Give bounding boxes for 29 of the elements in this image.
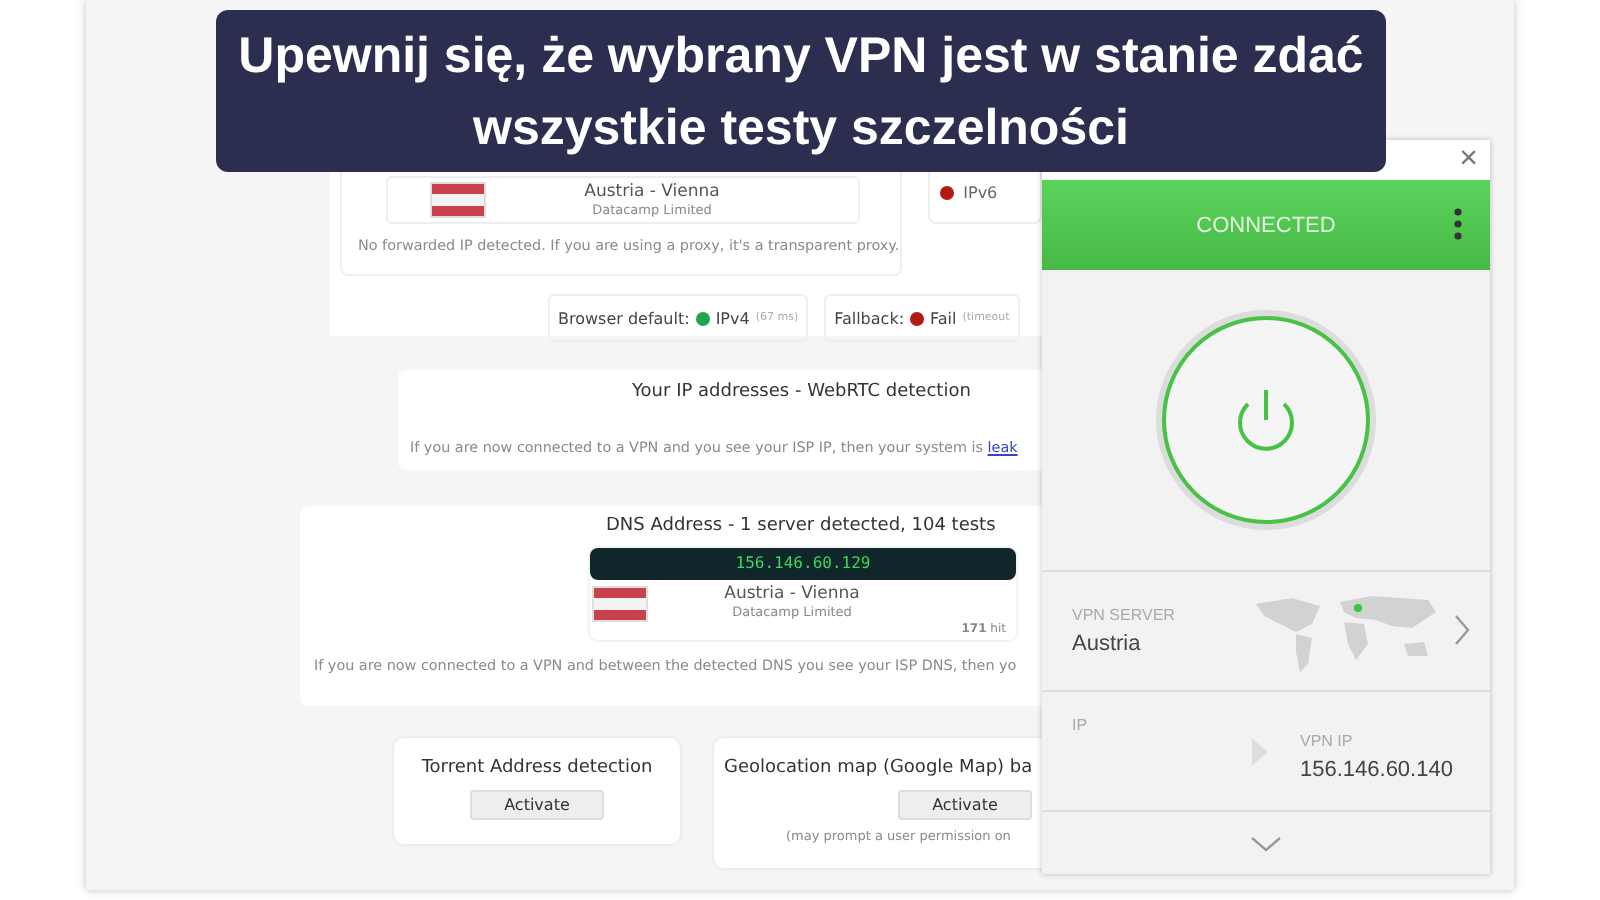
card-title: Your IP addresses - WebRTC detection (632, 382, 971, 402)
caption-banner: Upewnij się, że wybrany VPN jest w stanie zdać wszystkie testy szczelności (216, 10, 1386, 172)
austria-flag-icon (592, 586, 648, 622)
menu-icon[interactable] (1454, 208, 1462, 240)
chevron-right-icon[interactable] (1454, 614, 1470, 646)
chevron-down-icon[interactable] (1250, 835, 1282, 851)
austria-flag-icon (430, 182, 486, 218)
activate-button[interactable]: Activate (470, 790, 604, 820)
test-label: Browser default: (558, 309, 690, 327)
activate-button[interactable]: Activate (898, 790, 1032, 820)
world-map-icon (1252, 592, 1442, 676)
card-title: DNS Address - 1 server detected, 104 tests (606, 516, 996, 536)
field-label: VPN SERVER (1072, 606, 1175, 624)
card-title: Torrent Address detection (421, 758, 653, 778)
test-value: IPv4 (715, 309, 750, 327)
location-text: Austria - Vienna (584, 182, 720, 202)
card-title: Geolocation map (Google Map) ba (724, 758, 1033, 778)
field-label: VPN IP (1300, 732, 1355, 750)
test-value: Fail (930, 309, 957, 327)
status-text: CONNECTED (1196, 213, 1336, 237)
field-label: IP (1072, 716, 1090, 734)
close-button[interactable]: × (1447, 140, 1490, 180)
power-button[interactable] (1154, 308, 1378, 532)
server-name: Austria (1072, 632, 1143, 656)
location-text: Austria - Vienna (724, 584, 860, 604)
ip-address-bar: 156.146.60.129 (590, 548, 1016, 580)
ipv6-label: IPv6 (963, 183, 998, 201)
test-label: Fallback: (834, 309, 905, 327)
ip-address: 156.146.60.140 (1300, 758, 1453, 782)
